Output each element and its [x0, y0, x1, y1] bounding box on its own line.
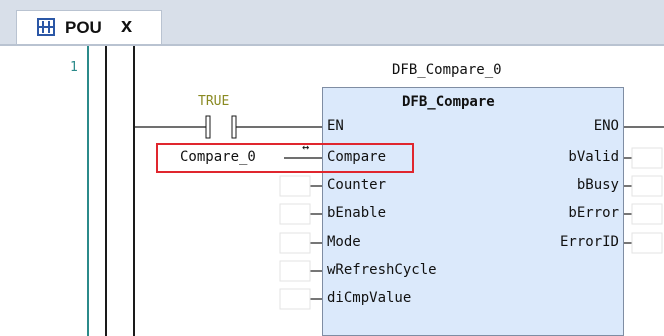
pin-errorid[interactable]: ErrorID	[560, 234, 619, 250]
pin-en[interactable]: EN	[327, 118, 344, 134]
pin-eno[interactable]: ENO	[594, 118, 619, 134]
pin-berror[interactable]: bError	[568, 205, 619, 221]
pin-benable[interactable]: bEnable	[327, 205, 386, 221]
pin-counter[interactable]: Counter	[327, 177, 386, 193]
block-type-name: DFB_Compare	[402, 94, 495, 110]
contact-variable-label[interactable]: TRUE	[198, 94, 229, 109]
pin-dicmpvalue[interactable]: diCmpValue	[327, 290, 411, 306]
instance-name: DFB_Compare_0	[392, 62, 502, 78]
pin-mode[interactable]: Mode	[327, 234, 361, 250]
contact-left-bar	[205, 115, 211, 139]
contact-right-bar	[231, 115, 237, 139]
pin-wrefreshcycle[interactable]: wRefreshCycle	[327, 262, 437, 278]
pin-bbusy[interactable]: bBusy	[577, 177, 619, 193]
highlight-box	[156, 143, 414, 173]
pin-bvalid[interactable]: bValid	[568, 149, 619, 165]
